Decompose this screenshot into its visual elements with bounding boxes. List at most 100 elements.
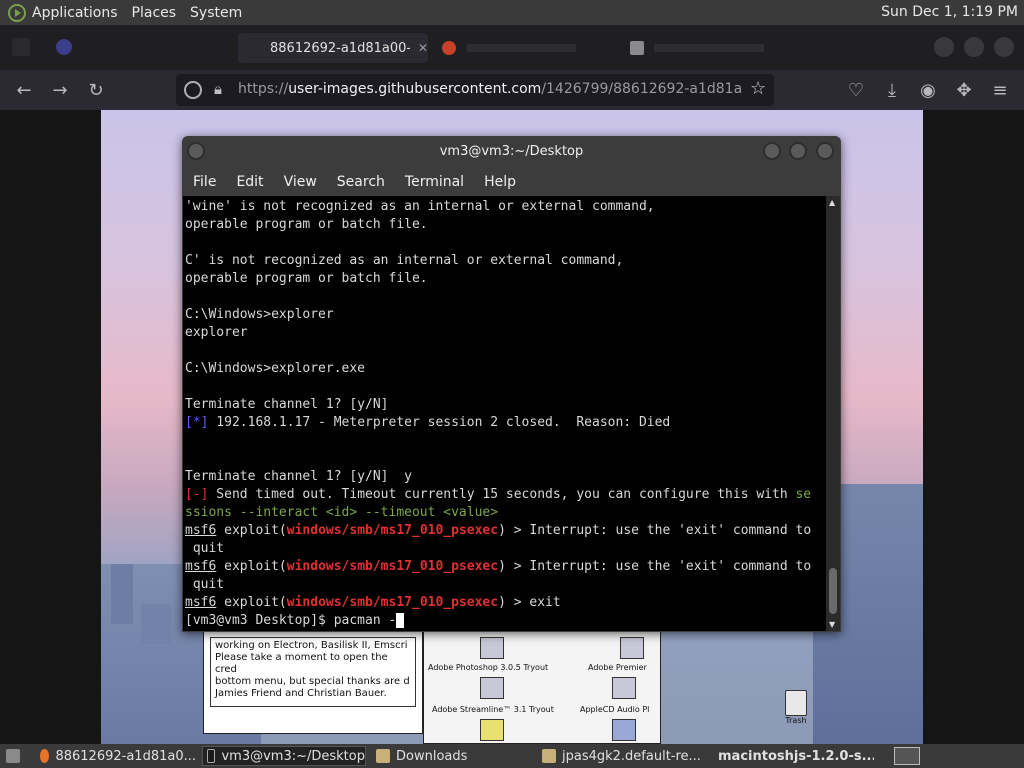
tab-reddit[interactable] — [440, 33, 600, 63]
maximize-icon[interactable] — [964, 37, 984, 57]
mac-icon-label: Adobe Streamline™ 3.1 Tryout — [432, 705, 554, 714]
terminal-line: Terminate channel 1? [y/N] — [185, 397, 389, 412]
scroll-up-icon[interactable]: ▲ — [829, 198, 835, 207]
terminal-line: [-] Send timed out. Timeout currently 15… — [185, 487, 812, 502]
terminal-line: explorer — [185, 325, 248, 340]
trash-icon — [630, 41, 644, 55]
about-line: working on Electron, Basilisk II, Emscri — [215, 640, 408, 651]
taskbar-item-macintoshjs[interactable]: macintoshjs-1.2.0-s... — [708, 746, 874, 766]
extension-icon[interactable] — [56, 39, 72, 55]
terminal-line: msf6 exploit(windows/smb/ms17_010_psexec… — [185, 559, 812, 574]
minimize-icon[interactable] — [763, 142, 781, 160]
clock[interactable]: Sun Dec 1, 1:19 PM — [881, 4, 1018, 20]
terminal-line: Terminate channel 1? [y/N] y — [185, 469, 412, 484]
tab-trash[interactable] — [628, 33, 788, 63]
window-close-icon[interactable] — [994, 37, 1014, 57]
mac-trash[interactable]: Trash — [781, 690, 811, 732]
download-icon[interactable]: ⤓ — [880, 78, 904, 102]
terminal-line: 'wine' is not recognized as an internal … — [185, 199, 655, 214]
distro-logo-icon[interactable] — [8, 3, 26, 22]
streamline-app-icon[interactable] — [480, 677, 504, 699]
menu-help[interactable]: Help — [484, 174, 516, 190]
folder-icon[interactable] — [612, 719, 636, 741]
hamburger-menu-icon[interactable]: ≡ — [988, 78, 1012, 102]
terminal-line: C:\Windows>explorer.exe — [185, 361, 366, 376]
about-line: Please take a moment to open the cred — [215, 652, 388, 675]
workspace-switcher[interactable] — [894, 746, 924, 766]
about-text: working on Electron, Basilisk II, Emscri… — [210, 637, 416, 707]
close-icon[interactable]: ✕ — [418, 41, 428, 55]
firefox-icon — [40, 749, 50, 763]
menu-view[interactable]: View — [284, 174, 317, 190]
menu-file[interactable]: File — [193, 174, 216, 190]
url-bar[interactable]: 🔒︎ https://user-images.githubusercontent… — [176, 74, 774, 106]
menu-edit[interactable]: Edit — [236, 174, 263, 190]
folder-icon — [376, 749, 390, 763]
menu-system[interactable]: System — [190, 5, 242, 21]
trash-icon — [785, 690, 807, 716]
help-app-icon[interactable] — [480, 719, 504, 741]
taskbar-item-profile-folder[interactable]: jpas4gk2.default-re... — [538, 746, 702, 766]
url-text[interactable]: https://user-images.githubusercontent.co… — [238, 81, 743, 97]
terminal-line: ssions --interact <id> --timeout <value> — [185, 505, 499, 520]
url-path: /1426799/88612692-a1d81a00-d040 — [541, 81, 743, 97]
photoshop-app-icon[interactable] — [480, 637, 504, 659]
tab-active[interactable]: 88612692-a1d81a00- ✕ — [238, 33, 428, 63]
mac-icon-label: Adobe Premier — [588, 663, 647, 672]
taskbar-label: macintoshjs-1.2.0-s... — [718, 748, 874, 764]
terminal-title: vm3@vm3:~/Desktop — [439, 144, 584, 159]
scrollbar-thumb[interactable] — [829, 568, 837, 614]
terminal-line: C' is not recognized as an internal or e… — [185, 253, 624, 268]
taskbar-item-terminal[interactable]: vm3@vm3:~/Desktop — [202, 746, 366, 766]
terminal-line: msf6 exploit(windows/smb/ms17_010_psexec… — [185, 523, 812, 538]
reddit-icon — [442, 41, 456, 55]
menu-search[interactable]: Search — [337, 174, 385, 190]
about-line: bottom menu, but special thanks are d — [215, 676, 410, 687]
about-line: Jamies Friend and Christian Bauer. — [215, 688, 387, 699]
mac-icon-label: AppleCD Audio Pl — [580, 705, 650, 714]
taskbar-item-downloads[interactable]: Downloads — [372, 746, 532, 766]
menu-terminal[interactable]: Terminal — [405, 174, 464, 190]
terminal-window[interactable]: vm3@vm3:~/Desktop File Edit View Search … — [182, 136, 841, 632]
back-arrow-icon[interactable]: ← — [12, 78, 36, 102]
close-icon[interactable] — [816, 142, 834, 160]
tab-title: 88612692-a1d81a00- — [270, 40, 410, 56]
tab-title-placeholder — [466, 44, 576, 52]
account-icon[interactable]: ◉ — [916, 78, 940, 102]
bottom-taskbar: 88612692-a1d81a0... vm3@vm3:~/Desktop Do… — [0, 744, 1024, 768]
tab-list-icon[interactable] — [12, 38, 30, 56]
minimize-icon[interactable] — [934, 37, 954, 57]
terminal-line: operable program or batch file. — [185, 217, 428, 232]
terminal-line: operable program or batch file. — [185, 271, 428, 286]
lock-icon[interactable]: 🔒︎ — [214, 80, 222, 98]
terminal-output[interactable]: 'wine' is not recognized as an internal … — [183, 196, 826, 631]
maximize-icon[interactable] — [789, 142, 807, 160]
menu-applications[interactable]: Applications — [32, 5, 118, 21]
taskbar-item-firefox[interactable]: 88612692-a1d81a0... — [36, 746, 196, 766]
pocket-icon[interactable]: ♡ — [844, 78, 868, 102]
scroll-down-icon[interactable]: ▼ — [829, 620, 835, 629]
forward-arrow-icon[interactable]: → — [48, 78, 72, 102]
premiere-app-icon[interactable] — [620, 637, 644, 659]
terminal-line: [vm3@vm3 Desktop]$ pacman - — [185, 612, 826, 630]
reload-icon[interactable]: ↻ — [84, 78, 108, 102]
extensions-icon[interactable]: ✥ — [952, 78, 976, 102]
terminal-icon — [207, 749, 216, 763]
bookmark-star-icon[interactable]: ☆ — [750, 78, 766, 99]
shield-icon[interactable] — [184, 81, 202, 99]
menu-places[interactable]: Places — [132, 5, 177, 21]
desktop-icon — [6, 749, 20, 763]
mac-icon-label: Adobe Photoshop 3.0.5 Tryout — [428, 663, 549, 672]
show-desktop-button[interactable] — [2, 746, 26, 766]
mac-about-window[interactable]: working on Electron, Basilisk II, Emscri… — [203, 630, 423, 734]
terminal-menubar: File Edit View Search Terminal Help — [182, 168, 841, 196]
terminal-scrollbar[interactable]: ▲ ▼ — [826, 196, 840, 631]
applecd-app-icon[interactable] — [612, 677, 636, 699]
building-shape — [111, 564, 133, 624]
mac-applications-window[interactable]: Adobe Photoshop 3.0.5 Tryout Adobe Premi… — [423, 630, 661, 744]
terminal-line: quit — [185, 541, 225, 556]
